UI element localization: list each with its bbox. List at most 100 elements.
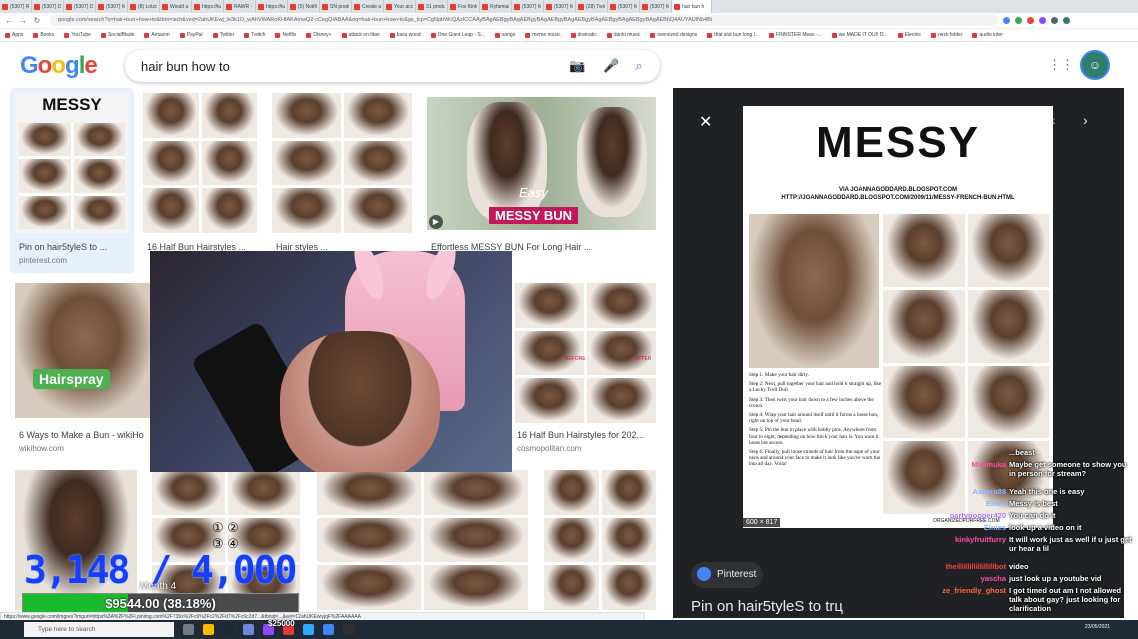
bookmark-item[interactable]: Disney+ — [301, 32, 336, 38]
browser-tab[interactable]: (5307) Mi — [96, 0, 128, 13]
obs-icon[interactable] — [343, 624, 354, 635]
bookmark-item[interactable]: bass wood — [385, 32, 426, 38]
result-image[interactable]: Hairspray — [15, 283, 155, 418]
url-field[interactable]: google.com/search?q=hair+bun+how+to&tbm=… — [50, 15, 998, 26]
extension-icon[interactable] — [1027, 17, 1034, 24]
bookmark-icon — [650, 32, 656, 38]
donation-goal-target: $25000 — [268, 619, 295, 628]
bookmark-item[interactable]: Netflix — [270, 32, 301, 38]
browser-tab[interactable]: Create a — [352, 0, 384, 13]
result-image[interactable]: Easy MESSY BUN ▶ — [427, 97, 656, 230]
result-source[interactable]: pinterest.com — [19, 256, 67, 265]
browser-tab[interactable]: RAWR - Go — [224, 0, 256, 13]
bookmark-item[interactable]: YouTube — [59, 32, 96, 38]
bookmark-item[interactable]: attack on titan — [337, 32, 385, 38]
next-arrow-icon[interactable]: › — [1083, 112, 1088, 128]
browser-tab[interactable]: 31 produ — [416, 0, 448, 13]
extension-icon[interactable] — [1003, 17, 1010, 24]
result-image[interactable] — [317, 470, 528, 610]
browser-tab[interactable]: https://tu — [192, 0, 224, 13]
result-image[interactable]: MESSY — [15, 93, 129, 233]
bookmark-item[interactable]: Twitter — [208, 32, 240, 38]
bookmark-icon — [5, 32, 10, 38]
browser-tab[interactable]: Fox Kinku — [448, 0, 480, 13]
browser-tab[interactable]: Your acco — [384, 0, 416, 13]
result-image[interactable] — [544, 470, 656, 610]
bookmark-item[interactable]: meme music — [520, 32, 565, 38]
browser-tab[interactable]: (8) Lotzo — [128, 0, 160, 13]
avatar[interactable]: ☺ — [1080, 50, 1110, 80]
file-explorer-icon[interactable] — [203, 624, 214, 635]
bookmark-item[interactable]: FINNSTER Meas -... — [764, 32, 827, 38]
result-image[interactable] — [143, 93, 257, 233]
browser-tab[interactable]: hair bun h — [672, 0, 712, 13]
browser-tab[interactable]: (5) Notifi — [288, 0, 320, 13]
result-caption[interactable]: Pin on hair5tуleS to ... — [19, 242, 129, 252]
google-logo[interactable]: Google — [20, 52, 98, 80]
donation-goal-amount: $9544.00 (38.18%) — [105, 596, 216, 611]
bookmark-item[interactable]: danki music — [602, 32, 645, 38]
browser-tab[interactable]: (5307) Mi — [608, 0, 640, 13]
bookmark-item[interactable]: songs — [490, 32, 520, 38]
bookmark-item[interactable]: Twitch — [239, 32, 270, 38]
apps-grid-icon[interactable]: ⋮⋮ — [1048, 57, 1074, 73]
bookmark-item[interactable]: SocialBlade — [96, 32, 139, 38]
close-icon[interactable]: ✕ — [699, 112, 712, 132]
microphone-icon[interactable]: 🎤 — [603, 58, 619, 74]
bookmark-item[interactable]: Books — [28, 32, 59, 38]
pin-title[interactable]: Pin on hair5tуleS to trц — [691, 598, 843, 615]
browser-tab[interactable]: (5307) Di — [64, 0, 96, 13]
tab-label: (5307) M — [554, 3, 573, 10]
tab-favicon-icon — [34, 3, 40, 10]
play-icon[interactable]: ▶ — [429, 215, 443, 229]
task-view-icon[interactable] — [183, 624, 194, 635]
bookmark-item[interactable]: audio inter — [967, 32, 1007, 38]
result-caption[interactable]: 6 Ways to Make a Bun - wikiHo — [19, 430, 150, 440]
taskbar-search[interactable]: Type here to search — [24, 622, 174, 637]
browser-tab[interactable]: (5307) R — [0, 0, 32, 13]
browser-tab[interactable]: (5307) Di — [32, 0, 64, 13]
search-input[interactable]: hair bun how to — [141, 59, 230, 74]
bookmark-item[interactable]: One Giant Leap - S... — [426, 32, 490, 38]
bookmark-item[interactable]: neck folder — [926, 32, 967, 38]
bookmark-item[interactable]: Electric — [893, 32, 926, 38]
bookmark-item[interactable]: PayPal — [175, 32, 208, 38]
search-icon[interactable]: ⌕ — [631, 58, 647, 74]
browser-tab[interactable]: SN produ — [320, 0, 352, 13]
camera-icon[interactable]: 📷 — [569, 58, 585, 74]
tab-favicon-icon — [450, 3, 456, 10]
result-image[interactable] — [515, 283, 656, 423]
bookmark-item[interactable]: Apps — [0, 32, 28, 38]
browser-tab[interactable]: (5307) Mi — [512, 0, 544, 13]
forward-icon[interactable]: → — [18, 16, 28, 26]
steam-icon[interactable] — [223, 624, 234, 635]
bookmark-item[interactable]: that slut bun long l... — [702, 32, 764, 38]
photoshop-icon[interactable] — [303, 624, 314, 635]
browser-tab[interactable]: Would a — [160, 0, 192, 13]
tab-favicon-icon — [610, 3, 616, 10]
step-text: Step 2: Next, pull together your hair an… — [749, 381, 882, 394]
browser-tab[interactable]: (5307) Mi — [640, 0, 672, 13]
bookmark-item[interactable]: Amazon — [139, 32, 174, 38]
browser-tab[interactable]: (28) Twic — [576, 0, 608, 13]
result-source[interactable]: wikihow.com — [19, 444, 64, 453]
extension-icon[interactable] — [1051, 17, 1058, 24]
result-caption[interactable]: 16 Half Bun Hairstyles for 202... — [517, 430, 657, 440]
search-box[interactable]: hair bun how to 📷 🎤 ⌕ — [125, 50, 660, 82]
result-source[interactable]: cosmopolitan.com — [517, 444, 581, 453]
discord-icon[interactable] — [243, 624, 254, 635]
chrome-icon[interactable] — [323, 624, 334, 635]
pinterest-source-button[interactable]: Pinterest — [691, 562, 763, 588]
result-image[interactable] — [272, 93, 412, 233]
browser-tab[interactable]: (5307) M — [544, 0, 576, 13]
bookmark-item[interactable]: dramatic — [566, 32, 602, 38]
browser-tab[interactable]: https://tu — [256, 0, 288, 13]
bookmark-item[interactable]: oversized designs — [645, 32, 702, 38]
back-icon[interactable]: ← — [4, 16, 14, 26]
extension-icon[interactable] — [1039, 17, 1046, 24]
browser-tab[interactable]: Ryfamian — [480, 0, 512, 13]
reload-icon[interactable]: ↻ — [32, 16, 42, 26]
extension-icon[interactable] — [1015, 17, 1022, 24]
profile-icon[interactable] — [1063, 17, 1070, 24]
bookmark-item[interactable]: we MADE IT OUI! D... — [827, 32, 893, 38]
